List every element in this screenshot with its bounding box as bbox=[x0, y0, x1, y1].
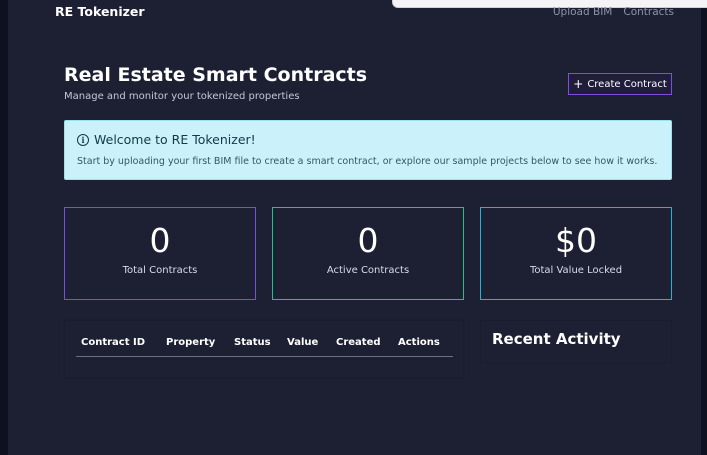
banner-title: Welcome to RE Tokenizer! bbox=[94, 132, 256, 147]
stat-label: Active Contracts bbox=[326, 265, 410, 276]
column-header-actions[interactable]: Actions bbox=[398, 337, 440, 348]
stat-value: 0 bbox=[357, 221, 379, 260]
nav-contracts[interactable]: Contracts bbox=[623, 6, 674, 18]
nav-upload-bim[interactable]: Upload BIM bbox=[553, 6, 613, 18]
column-header-value[interactable]: Value bbox=[287, 337, 318, 348]
create-contract-label: Create Contract bbox=[587, 78, 667, 90]
stat-value: 0 bbox=[149, 221, 171, 260]
column-header-status[interactable]: Status bbox=[234, 337, 271, 348]
column-header-created[interactable]: Created bbox=[336, 337, 381, 348]
table-header-row: Contract ID Property Status Value Create… bbox=[76, 335, 453, 357]
welcome-banner: i Welcome to RE Tokenizer! Start by uplo… bbox=[64, 120, 672, 180]
recent-activity-title: Recent Activity bbox=[492, 330, 621, 348]
stat-label: Total Contracts bbox=[122, 265, 198, 276]
plus-icon: + bbox=[573, 77, 584, 91]
create-contract-button[interactable]: + Create Contract bbox=[568, 73, 672, 95]
info-icon: i bbox=[77, 133, 89, 146]
brand-logo-text[interactable]: RE Tokenizer bbox=[55, 4, 145, 19]
page-title: Real Estate Smart Contracts bbox=[64, 64, 368, 86]
stat-card-active-contracts: 0 Active Contracts bbox=[272, 207, 464, 300]
recent-activity-panel: Recent Activity bbox=[480, 320, 672, 363]
stat-label: Total Value Locked bbox=[529, 265, 623, 276]
stat-card-total-value-locked: $0 Total Value Locked bbox=[480, 207, 672, 300]
contracts-table: Contract ID Property Status Value Create… bbox=[64, 320, 464, 378]
column-header-property[interactable]: Property bbox=[166, 337, 215, 348]
page-subtitle: Manage and monitor your tokenized proper… bbox=[64, 91, 300, 102]
stat-card-total-contracts: 0 Total Contracts bbox=[64, 207, 256, 300]
window-right-edge bbox=[701, 0, 707, 455]
banner-title-row: i Welcome to RE Tokenizer! bbox=[77, 132, 659, 147]
top-nav: Upload BIM Contracts bbox=[553, 6, 674, 18]
banner-text: Start by uploading your first BIM file t… bbox=[77, 156, 658, 167]
column-header-contract-id[interactable]: Contract ID bbox=[81, 337, 145, 348]
window-left-edge bbox=[0, 0, 8, 455]
stat-value: $0 bbox=[555, 221, 597, 260]
